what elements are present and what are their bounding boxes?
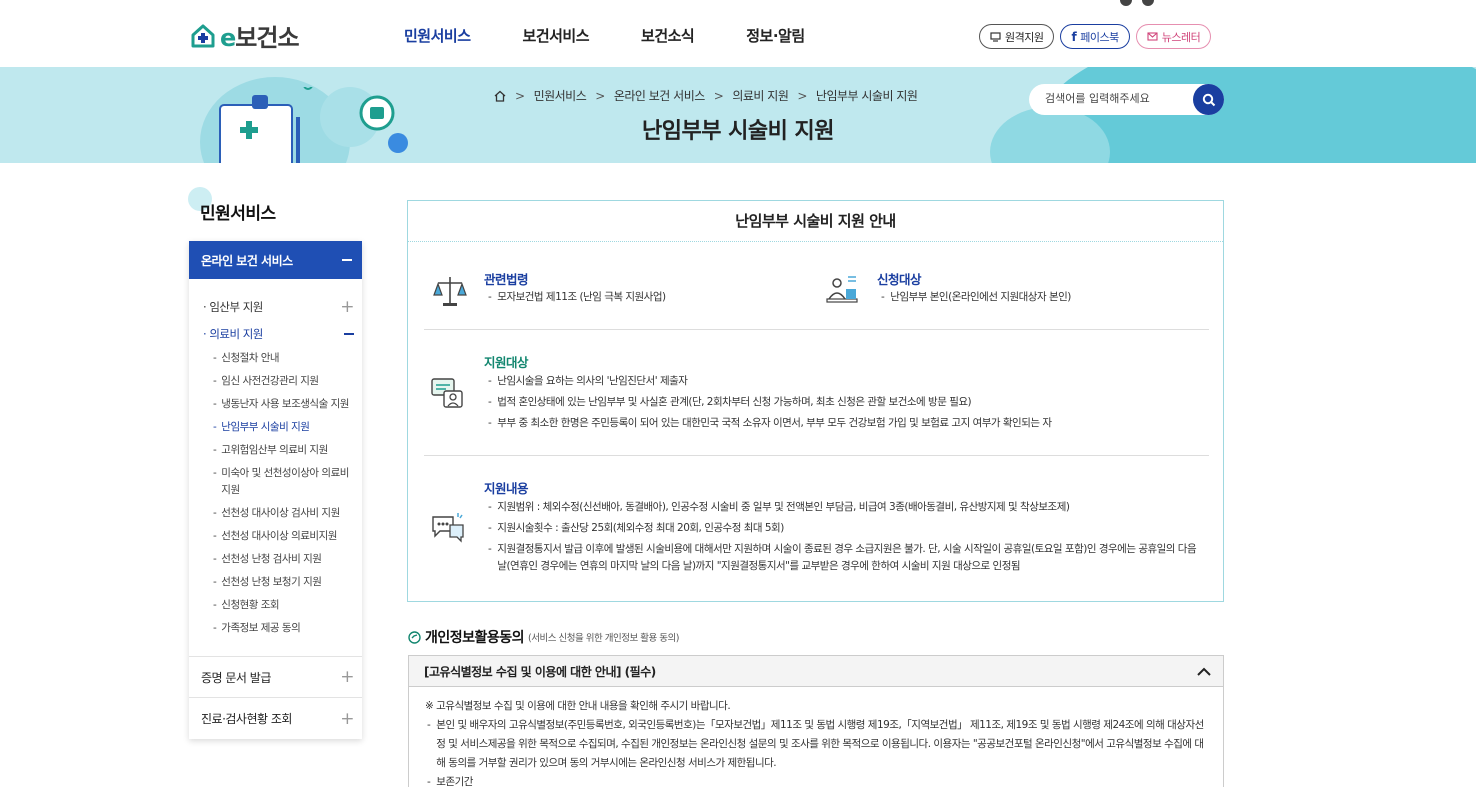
newsletter-button[interactable]: 뉴스레터: [1135, 24, 1212, 49]
breadcrumb: > 민원서비스 > 온라인 보건 서비스 > 의료비 지원 > 난임부부 시술비…: [494, 87, 918, 104]
minus-icon: [342, 259, 352, 261]
sidebar-item-pregnant-support[interactable]: · 임산부 지원 +: [189, 293, 362, 320]
privacy-section-title: 개인정보활용동의 (서비스 신청을 위한 개인정보 활용 동의): [408, 627, 679, 647]
plus-icon: +: [340, 296, 354, 317]
breadcrumb-item[interactable]: 민원서비스: [534, 87, 587, 104]
sidebar-subitem[interactable]: - 선천성 대사이상 의료비지원: [189, 525, 362, 548]
header: e보건소 민원서비스 보건서비스 보건소식 정보·알림 원격지원 f 페이스북 …: [0, 0, 1476, 67]
page-title: 난임부부 시술비 지원: [642, 119, 834, 144]
accordion-body: ※ 고유식별정보 수집 및 이용에 대한 안내 내용을 확인해 주시기 바랍니다…: [409, 687, 1223, 787]
plus-icon: +: [340, 667, 354, 687]
sidebar-subitem[interactable]: - 임신 사전건강관리 지원: [189, 370, 362, 393]
info-row-target: 지원대상 - 난임시술을 요하는 의사의 '난임진단서' 제출자 - 법적 혼인상태…: [424, 331, 1209, 456]
scale-icon: [433, 277, 467, 306]
chevron-right-icon: >: [713, 88, 724, 103]
sidebar-active-group[interactable]: 온라인 보건 서비스: [189, 241, 362, 279]
sidebar-subitem[interactable]: - 신청절차 안내: [189, 347, 362, 370]
person-desk-icon: [826, 276, 858, 303]
utility-buttons: 원격지원 f 페이스북 뉴스레터: [979, 24, 1212, 49]
target-list: - 난임시술을 요하는 의사의 '난임진단서' 제출자 - 법적 혼인상태에 있는 …: [488, 371, 1052, 434]
search-box: [1029, 84, 1224, 115]
check-circle-icon: [408, 630, 421, 644]
plus-icon: +: [340, 708, 354, 729]
sidebar-subitem[interactable]: - 선천성 대사이상 검사비 지원: [189, 502, 362, 525]
minus-icon: [344, 332, 354, 335]
main-nav: 민원서비스 보건서비스 보건소식 정보·알림: [404, 25, 805, 46]
list-item: - 부부 중 최소한 한명은 주민등록이 되어 있는 대한민국 국적 소유자 이면…: [488, 417, 1052, 429]
list-item: - 법적 혼인상태에 있는 난임부부 및 사실혼 관계(단, 2회차부터 신청 가…: [488, 396, 972, 408]
nav-health-service[interactable]: 보건서비스: [523, 25, 590, 46]
sidebar-subitem[interactable]: - 선천성 난청 검사비 지원: [189, 548, 362, 571]
content-heading: 지원내용: [484, 481, 529, 496]
sidebar-item-certificate[interactable]: 증명 문서 발급 +: [189, 657, 362, 698]
info-box: 난임부부 시술비 지원 안내 관련법령 - 모자보건법 제11조 (난임 극복 지…: [407, 200, 1224, 602]
sidebar-item-exam-status[interactable]: 진료·검사현황 조회 +: [189, 698, 362, 739]
list-item: - 지원범위 : 체외수정(신선배아, 동결배아), 인공수정 시술비 중 일부 …: [488, 501, 1070, 513]
list-item: - 모자보건법 제11조 (난임 극복 지원사업): [488, 291, 666, 303]
sidebar-subitem[interactable]: - 가족정보 제공 동의: [189, 617, 362, 640]
sidebar-menu: · 임산부 지원 + · 의료비 지원 - 신청절차 안내 - 임신 사전건강관리 …: [189, 279, 362, 657]
sidebar-item-medical-support[interactable]: · 의료비 지원: [189, 320, 362, 347]
breadcrumb-item[interactable]: 의료비 지원: [732, 87, 789, 104]
logo-text: e보건소: [220, 24, 300, 52]
remote-support-button[interactable]: 원격지원: [979, 24, 1055, 49]
target-heading: 지원대상: [484, 355, 529, 370]
list-item: - 지원결정통지서 발급 이후에 발생된 시술비용에 대해서만 지원하며 시술이 …: [488, 543, 1197, 572]
applicant-list: - 난임부부 본인(온라인에선 지원대상자 본인): [881, 287, 1071, 308]
home-icon[interactable]: [494, 90, 506, 102]
chevron-right-icon: >: [595, 88, 605, 103]
list-item: - 보존기간: [427, 776, 473, 787]
sidebar-subitem[interactable]: - 냉동난자 사용 보조생식술 지원: [189, 393, 362, 416]
law-list: - 모자보건법 제11조 (난임 극복 지원사업): [488, 287, 666, 308]
applicant-heading: 신청대상: [877, 272, 922, 287]
monitor-icon: [990, 31, 1001, 42]
list-item: - 난임부부 본인(온라인에선 지원대상자 본인): [881, 291, 1071, 303]
sidebar-subitem[interactable]: - 미숙아 및 선천성이상아 의료비 지원: [189, 462, 362, 502]
search-input[interactable]: [1045, 92, 1185, 105]
search-icon: [1202, 93, 1215, 106]
nav-health-news[interactable]: 보건소식: [641, 25, 695, 46]
list-item: - 난임시술을 요하는 의사의 '난임진단서' 제출자: [488, 375, 688, 387]
info-box-title: 난임부부 시술비 지원 안내: [408, 201, 1223, 242]
info-row-content: 지원내용 - 지원범위 : 체외수정(신선배아, 동결배아), 인공수정 시술비 …: [424, 457, 1209, 602]
info-row-law-applicant: 관련법령 - 모자보건법 제11조 (난임 극복 지원사업) 신청대상 - 난임부부…: [424, 243, 1209, 330]
chevron-right-icon: >: [797, 88, 807, 103]
mail-icon: [1147, 32, 1158, 41]
sidebar-subitem[interactable]: - 선천성 난청 보청기 지원: [189, 571, 362, 594]
breadcrumb-item[interactable]: 온라인 보건 서비스: [614, 87, 705, 104]
privacy-note: ※ 고유식별정보 수집 및 이용에 대한 안내 내용을 확인해 주시기 바랍니다…: [425, 700, 731, 712]
list-item: - 지원시술횟수 : 출산당 25회(체외수정 최대 20회, 인공수정 최대 5…: [488, 522, 784, 534]
facebook-button[interactable]: f 페이스북: [1060, 24, 1130, 49]
sidebar-title: 민원서비스: [200, 204, 276, 224]
search-button[interactable]: [1193, 84, 1224, 115]
chevron-right-icon: >: [515, 88, 525, 103]
sidebar: 온라인 보건 서비스 · 임산부 지원 + · 의료비 지원 - 신청절차 안내 …: [189, 241, 362, 739]
sidebar-subitem[interactable]: - 고위험임산부 의료비 지원: [189, 439, 362, 462]
breadcrumb-item[interactable]: 난임부부 시술비 지원: [816, 87, 918, 104]
chevron-up-icon[interactable]: [1197, 667, 1211, 676]
content-list: - 지원범위 : 체외수정(신선배아, 동결배아), 인공수정 시술비 중 일부 …: [488, 497, 1208, 575]
accordion-header[interactable]: [고유식별정보 수집 및 이용에 대한 안내] (필수): [409, 656, 1223, 687]
list-item: - 본인 및 배우자의 고유식별정보(주민등록번호, 외국인등록번호)는「모자보건…: [427, 719, 1204, 769]
nav-info-notice[interactable]: 정보·알림: [746, 25, 805, 46]
privacy-accordion: [고유식별정보 수집 및 이용에 대한 안내] (필수) ※ 고유식별정보 수집…: [408, 655, 1224, 787]
page-banner: > 민원서비스 > 온라인 보건 서비스 > 의료비 지원 > 난임부부 시술비…: [0, 67, 1476, 163]
house-cross-icon: [191, 24, 215, 47]
chat-bubble-icon: [432, 513, 464, 543]
sidebar-subitem[interactable]: - 신청현황 조회: [189, 594, 362, 617]
facebook-icon: f: [1071, 29, 1077, 44]
support-target-icon: [431, 378, 463, 408]
logo[interactable]: e보건소: [190, 18, 300, 53]
sidebar-subitem-active[interactable]: - 난임부부 시술비 지원: [189, 416, 362, 439]
law-heading: 관련법령: [484, 272, 529, 287]
nav-civil-service[interactable]: 민원서비스: [404, 25, 471, 46]
